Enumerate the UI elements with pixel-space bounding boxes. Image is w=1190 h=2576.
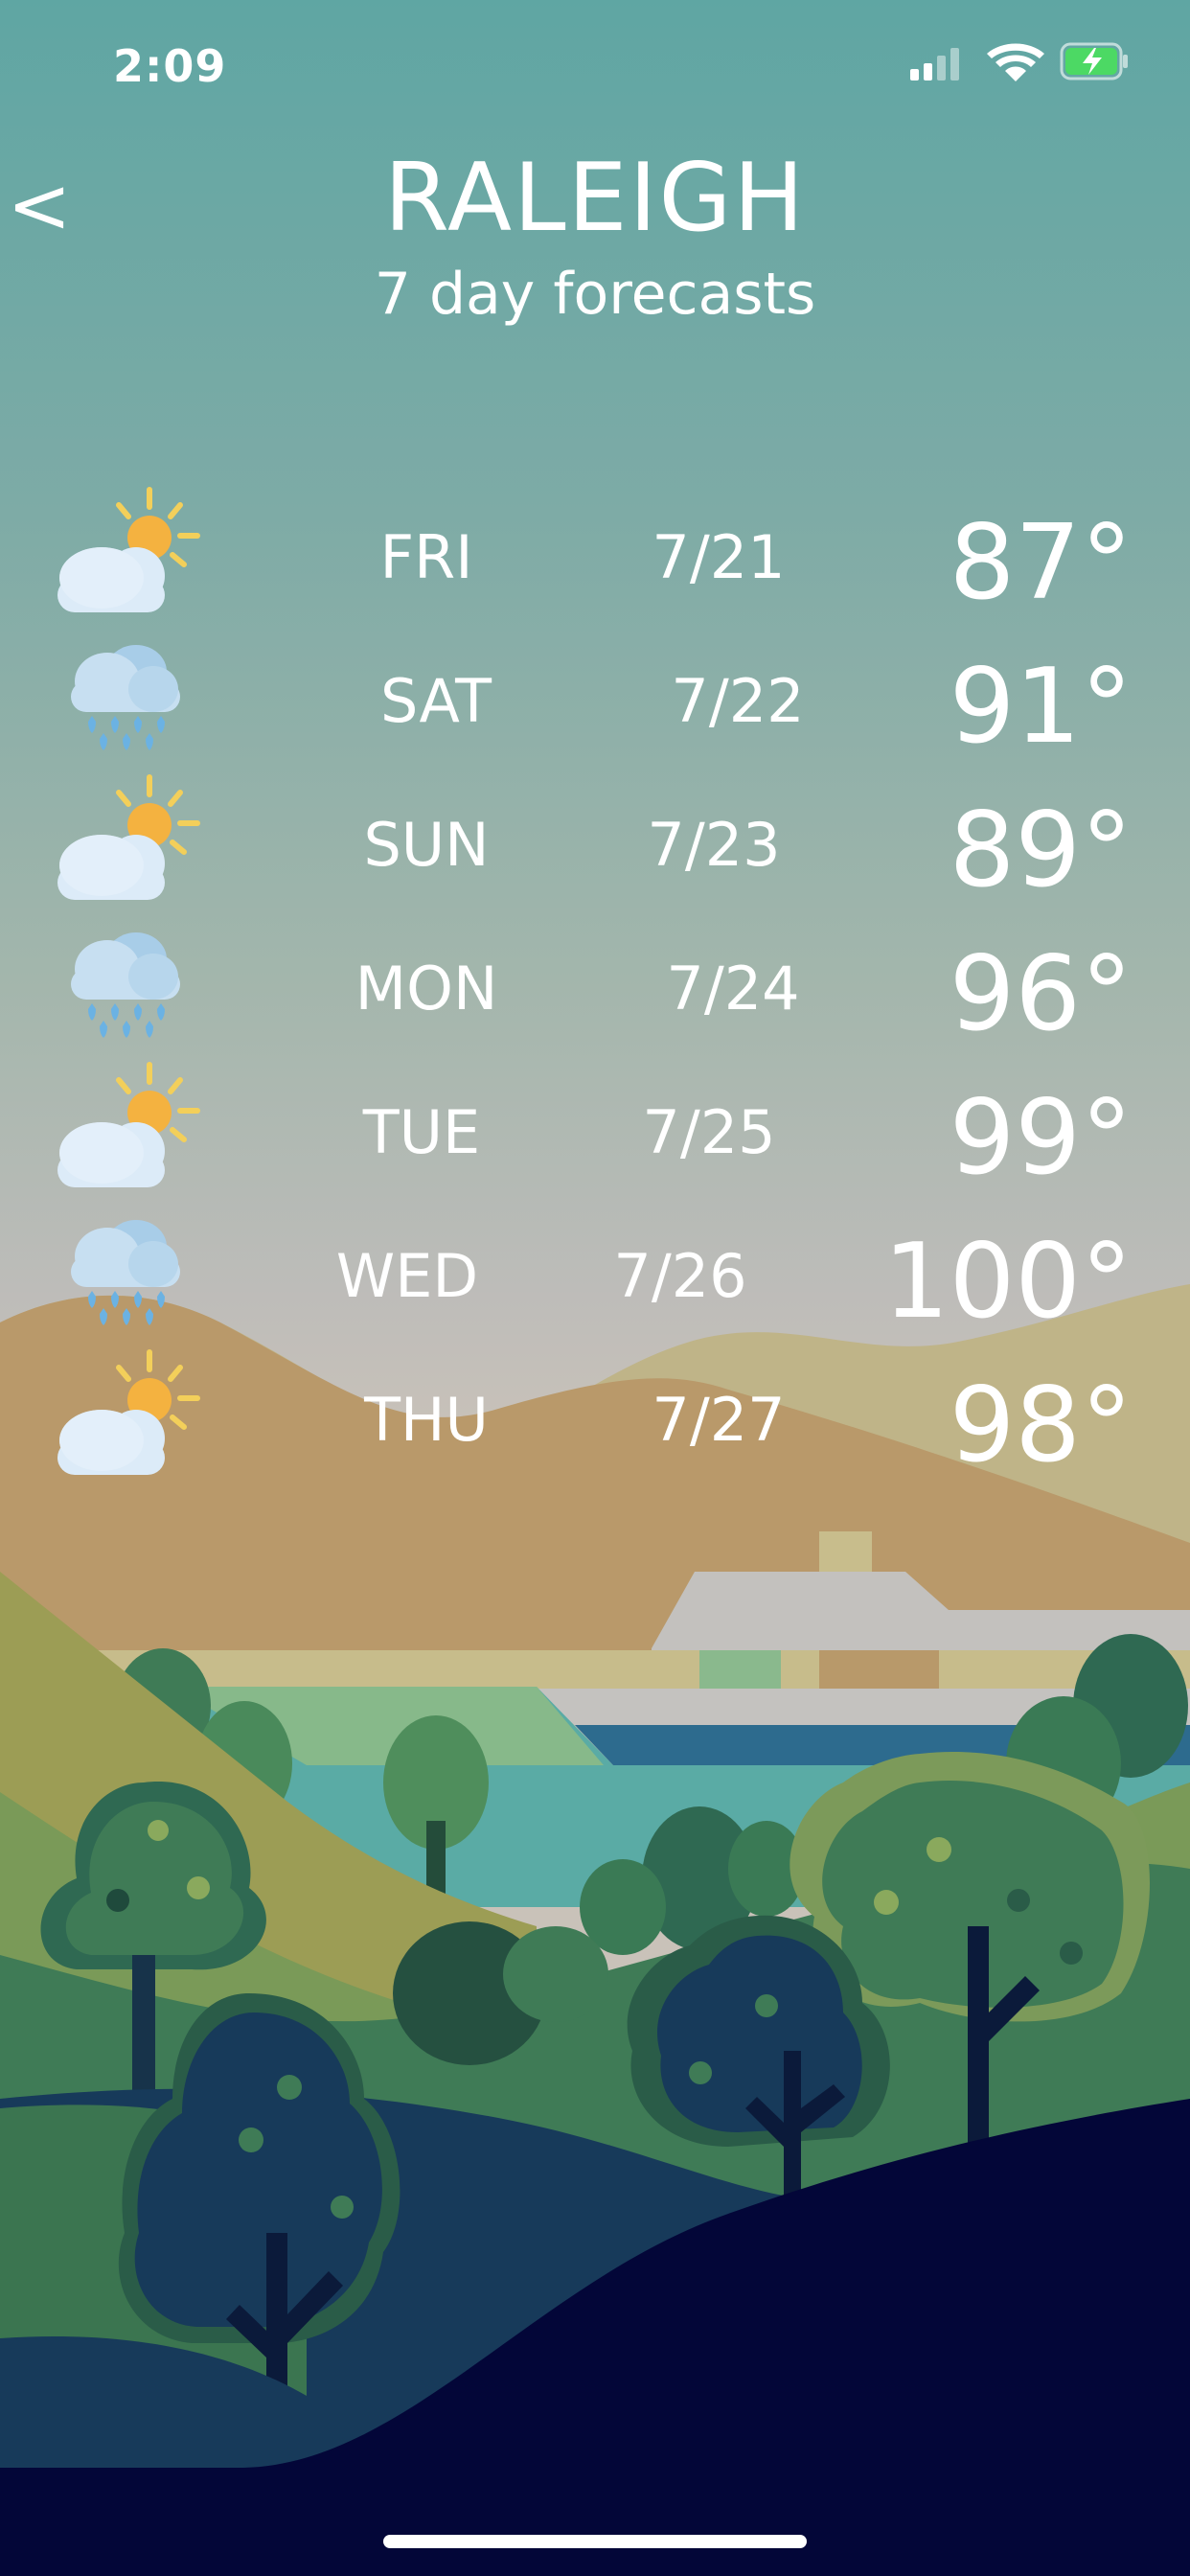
partly-sunny-icon <box>48 1061 211 1205</box>
forecast-temperature: 89° <box>949 791 1133 910</box>
forecast-date: 7/27 <box>652 1385 786 1455</box>
wifi-icon <box>987 43 1044 81</box>
forecast-temperature: 98° <box>949 1366 1133 1485</box>
forecast-row: FRI 7/21 87° <box>0 487 1190 637</box>
battery-charging-icon <box>1060 42 1128 80</box>
forecast-day: SAT <box>380 666 492 736</box>
forecast-temperature: 96° <box>949 934 1133 1054</box>
forecast-row: SAT 7/22 91° <box>0 637 1190 781</box>
forecast-subtitle: 7 day forecasts <box>374 261 816 328</box>
partly-sunny-icon <box>48 1348 211 1492</box>
forecast-row: MON 7/24 96° <box>0 925 1190 1069</box>
forecast-date: 7/24 <box>666 954 800 1024</box>
forecast-row: THU 7/27 98° <box>0 1349 1190 1500</box>
forecast-day: MON <box>355 954 498 1024</box>
forecast-temperature: 91° <box>949 647 1133 767</box>
cellular-signal-icon <box>910 48 959 80</box>
forecast-row: WED 7/26 100° <box>0 1212 1190 1356</box>
weather-screen: 2:09 < RALEIGH 7 day forecasts FRI 7/21 … <box>0 0 1190 2576</box>
forecast-day: TUE <box>362 1097 481 1167</box>
partly-sunny-icon <box>48 486 211 630</box>
home-indicator[interactable] <box>383 2535 807 2548</box>
forecast-day: THU <box>364 1385 489 1455</box>
forecast-date: 7/21 <box>652 522 786 592</box>
forecast-temperature: 100° <box>882 1222 1133 1342</box>
forecast-day: WED <box>335 1241 479 1311</box>
rain-cloud-icon <box>48 1205 211 1348</box>
forecast-date: 7/22 <box>671 666 805 736</box>
forecast-date: 7/25 <box>642 1097 776 1167</box>
rain-cloud-icon <box>48 630 211 773</box>
forecast-temperature: 87° <box>949 503 1133 623</box>
status-bar: 2:09 <box>0 34 1190 92</box>
forecast-date: 7/23 <box>647 810 781 880</box>
forecast-day: FRI <box>379 522 473 592</box>
partly-sunny-icon <box>48 773 211 917</box>
forecast-row: SUN 7/23 89° <box>0 774 1190 925</box>
forecast-day: SUN <box>363 810 490 880</box>
rain-cloud-icon <box>48 917 211 1061</box>
city-title: RALEIGH <box>383 144 807 253</box>
forecast-date: 7/26 <box>613 1241 747 1311</box>
status-icons <box>910 42 1128 81</box>
forecast-temperature: 99° <box>949 1078 1133 1198</box>
status-time: 2:09 <box>113 40 227 92</box>
forecast-row: TUE 7/25 99° <box>0 1062 1190 1212</box>
